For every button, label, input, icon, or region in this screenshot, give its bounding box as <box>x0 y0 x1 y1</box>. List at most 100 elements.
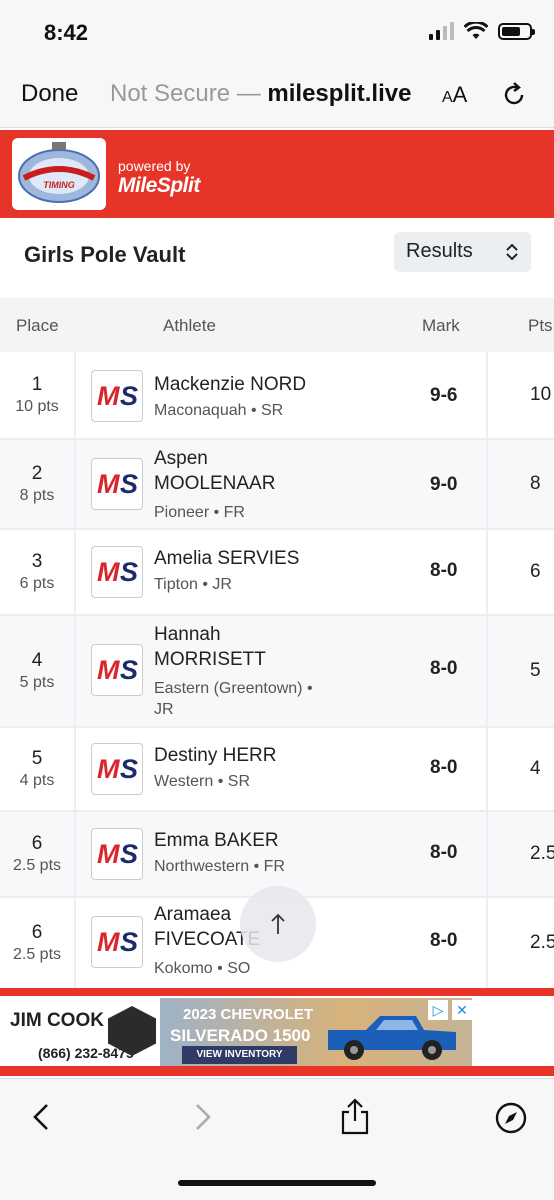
svg-text:M: M <box>97 557 120 587</box>
place-number: 1 <box>31 374 43 395</box>
ms-logo-icon: MS <box>97 754 138 784</box>
points-value: 4 <box>486 728 554 810</box>
ad-line2: SILVERADO 1500 <box>170 1026 311 1045</box>
place-number: 6 <box>31 922 43 943</box>
event-title: Girls Pole Vault <box>24 242 186 267</box>
place-number: 4 <box>31 650 43 671</box>
place-points: 2.5 pts <box>12 857 62 874</box>
athlete-name[interactable]: Amelia SERVIES <box>154 546 299 571</box>
share-icon[interactable] <box>340 1097 370 1135</box>
svg-text:M: M <box>97 839 120 869</box>
ad-content[interactable]: JIM COOK (866) 232-8475 2023 CHEVROLET S… <box>0 996 554 1066</box>
place-points: 10 pts <box>15 398 59 415</box>
athlete-name[interactable]: Destiny HERR <box>154 743 276 768</box>
ms-logo-icon: MS <box>97 557 138 587</box>
points-value: 10 <box>486 352 554 438</box>
url-host: milesplit.live <box>267 80 412 107</box>
text-size-button[interactable]: AA <box>442 82 467 108</box>
svg-text:M: M <box>97 754 120 784</box>
powered-by-label: powered by <box>118 158 191 174</box>
svg-text:TIMING: TIMING <box>43 180 75 190</box>
ad-image[interactable]: 2023 CHEVROLET SILVERADO 1500 VIEW INVEN… <box>160 998 472 1066</box>
battery-icon <box>498 22 535 40</box>
place-points: 8 pts <box>19 487 55 504</box>
table-row[interactable]: 3 6 pts MS Amelia SERVIES Tipton • JR 8-… <box>0 530 554 616</box>
ms-logo-icon: MS <box>97 927 138 957</box>
place-number: 5 <box>31 748 43 769</box>
place-cell: 3 6 pts <box>0 530 76 614</box>
svg-text:M: M <box>97 655 120 685</box>
place-cell: 5 4 pts <box>0 728 76 810</box>
place-points: 2.5 pts <box>12 946 62 963</box>
athlete-team: Western • SR <box>154 773 250 790</box>
view-select[interactable]: Results <box>394 232 531 272</box>
svg-text:S: S <box>120 927 138 957</box>
back-chevron-icon[interactable] <box>30 1101 54 1133</box>
mark-value: 8-0 <box>430 560 458 581</box>
mark-value: 8-0 <box>430 930 458 951</box>
header-place: Place <box>16 316 59 335</box>
athlete-name[interactable]: Emma BAKER <box>154 828 279 853</box>
partner-logo[interactable]: TIMING <box>12 138 106 210</box>
milesplit-logo[interactable]: MileSplit <box>118 174 200 198</box>
address-bar[interactable]: Not Secure — milesplit.live <box>110 80 411 108</box>
view-select-value: Results <box>406 240 473 262</box>
browser-toolbar: Done Not Secure — milesplit.live AA <box>0 62 554 128</box>
adchoices-icon[interactable]: ▷ <box>428 1000 448 1020</box>
svg-text:S: S <box>120 469 138 499</box>
team-logo: MS <box>91 828 143 880</box>
header-mark: Mark <box>422 316 460 335</box>
ad-dealer: JIM COOK <box>10 1010 104 1031</box>
done-button[interactable]: Done <box>21 80 78 108</box>
updown-chevron-icon <box>506 243 518 261</box>
athlete-name[interactable]: Mackenzie NORD <box>154 372 306 397</box>
points-value: 2.5 <box>486 812 554 896</box>
place-number: 2 <box>31 463 43 484</box>
ad-choices[interactable]: ▷ ✕ <box>428 1000 472 1020</box>
ms-logo-icon: MS <box>97 839 138 869</box>
points-value: 2.5 <box>486 898 554 988</box>
table-row[interactable]: 5 4 pts MS Destiny HERR Western • SR 8-0… <box>0 728 554 812</box>
arrow-up-icon <box>271 913 285 934</box>
athlete-name[interactable]: Hannah MORRISETT <box>154 622 324 672</box>
reload-icon[interactable] <box>500 81 528 109</box>
ad-banner[interactable]: JIM COOK (866) 232-8475 2023 CHEVROLET S… <box>0 988 554 1076</box>
table-row[interactable]: 1 10 pts MS Mackenzie NORD Maconaquah • … <box>0 352 554 440</box>
ad-cta-button[interactable]: VIEW INVENTORY <box>182 1046 297 1064</box>
cellular-signal-icon <box>429 22 454 40</box>
mark-value: 9-0 <box>430 474 458 495</box>
forward-chevron-icon[interactable] <box>190 1101 214 1133</box>
ms-logo-icon: MS <box>97 381 138 411</box>
athlete-team: Tipton • JR <box>154 576 232 593</box>
table-row[interactable]: 4 5 pts MS Hannah MORRISETT Eastern (Gre… <box>0 616 554 728</box>
mark-value: 8-0 <box>430 757 458 778</box>
athlete-name[interactable]: Aspen MOOLENAAR <box>154 446 324 496</box>
athlete-team: Kokomo • SO <box>154 960 251 977</box>
svg-text:M: M <box>97 381 120 411</box>
team-logo: MS <box>91 916 143 968</box>
athlete-team: Northwestern • FR <box>154 858 285 875</box>
status-icons <box>429 22 535 40</box>
scroll-to-top-button[interactable] <box>240 886 316 962</box>
athlete-team: Maconaquah • SR <box>154 402 284 419</box>
points-value: 5 <box>486 616 554 726</box>
event-header: Girls Pole Vault Results <box>0 218 554 296</box>
team-logo: MS <box>91 370 143 422</box>
place-cell: 6 2.5 pts <box>0 812 76 896</box>
site-header: TIMING powered by MileSplit <box>0 130 554 218</box>
compass-icon[interactable] <box>494 1101 528 1135</box>
home-indicator <box>178 1180 376 1186</box>
points-value: 6 <box>486 530 554 614</box>
table-row[interactable]: 2 8 pts MS Aspen MOOLENAAR Pioneer • FR … <box>0 440 554 530</box>
team-logo: MS <box>91 546 143 598</box>
place-cell: 1 10 pts <box>0 352 76 438</box>
ms-logo-icon: MS <box>97 655 138 685</box>
header-pts: Pts <box>528 316 553 335</box>
svg-text:S: S <box>120 655 138 685</box>
place-points: 6 pts <box>19 575 55 592</box>
place-cell: 2 8 pts <box>0 440 76 528</box>
mark-value: 8-0 <box>430 842 458 863</box>
place-cell: 6 2.5 pts <box>0 898 76 988</box>
mark-value: 8-0 <box>430 658 458 679</box>
ad-close-icon[interactable]: ✕ <box>452 1000 472 1020</box>
